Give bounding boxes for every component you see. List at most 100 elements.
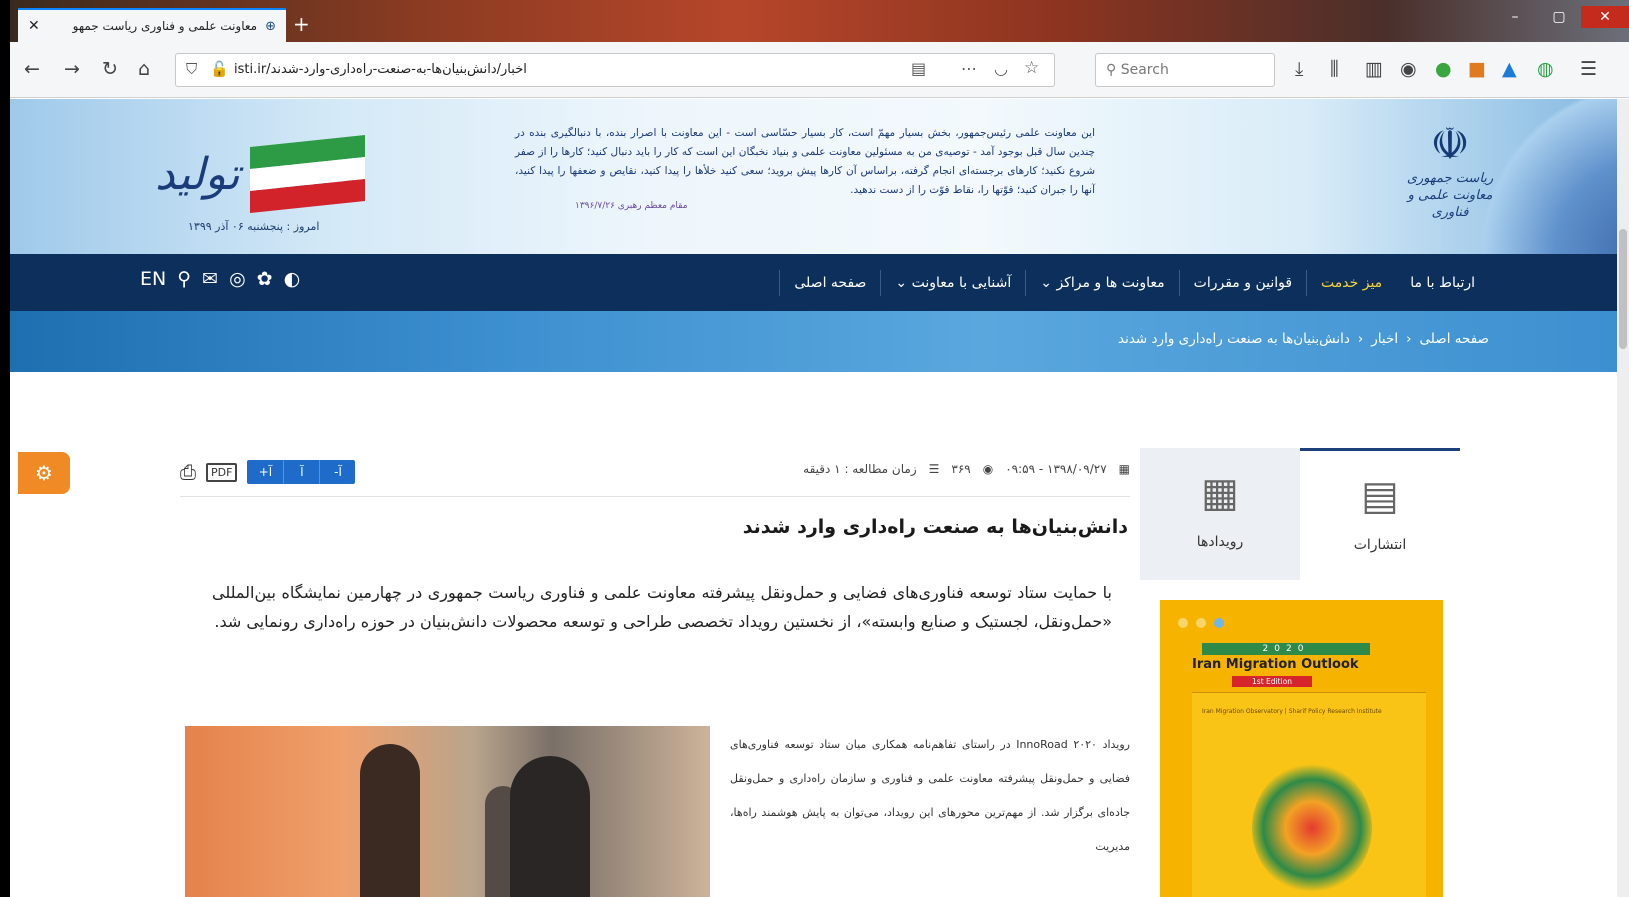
close-tab-icon[interactable]: ✕ xyxy=(28,18,40,34)
menu-laws[interactable]: قوانین و مقررات xyxy=(1178,269,1306,296)
library-icon[interactable]: ⫼ xyxy=(1330,56,1339,82)
breadcrumb-separator-icon: ‹ xyxy=(1357,331,1364,347)
publication-cover[interactable]: 2020 Iran Migration Outlook 1st Edition … xyxy=(1160,600,1443,897)
sidebar-tabs: ▦ رویدادها ▤ انتشارات xyxy=(1140,448,1460,580)
tab-publications[interactable]: ▤ انتشارات xyxy=(1300,448,1460,580)
pocket-icon[interactable]: ◡ xyxy=(994,59,1008,78)
menu-hamburger-icon[interactable]: ☰ xyxy=(1580,56,1597,82)
site-link-icon[interactable]: ◐ xyxy=(284,268,301,290)
mail-icon[interactable]: ✉ xyxy=(202,268,218,290)
menu-home[interactable]: صفحه اصلی xyxy=(779,269,880,296)
article: ⎙ PDF +آ آ -آ ▦ ۱۳۹۸/۰۹/۲۷ - ۰۹:۵۹ ◉ ۳۶۹… xyxy=(180,448,1140,897)
language-en-link[interactable]: EN xyxy=(140,268,166,290)
instagram-icon[interactable]: ◎ xyxy=(229,268,246,290)
search-icon: ⚲ xyxy=(1106,62,1121,78)
book-cover-art: Iran Migration Observatory | Sharif Poli… xyxy=(1192,692,1426,897)
new-tab-button[interactable]: + xyxy=(293,12,310,36)
view-count: ۳۶۹ xyxy=(951,462,971,476)
sidebar-icon[interactable]: ▥ xyxy=(1365,56,1383,82)
extension-green-icon[interactable]: ● xyxy=(1435,56,1452,82)
page-actions-icon[interactable]: ⋯ xyxy=(961,59,977,78)
article-lead: با حمایت ستاد توسعه فناوری‌های فضایی و ح… xyxy=(212,583,1112,631)
site-favicon-icon: ⊕ xyxy=(265,18,276,34)
title-bar: ⊕ معاونت علمی و فناوری ریاست جمهو ✕ + – … xyxy=(10,0,1629,42)
carousel-dots xyxy=(1178,618,1224,628)
leader-quote: این معاونت علمی رئیس‌جمهور، بخش بسیار مه… xyxy=(515,127,1095,196)
forward-icon[interactable]: → xyxy=(64,56,80,82)
tab-events[interactable]: ▦ رویدادها xyxy=(1140,448,1300,580)
breadcrumb: صفحه اصلی ‹ اخبار ‹ دانش‌بنیان‌ها به صنع… xyxy=(1118,331,1489,347)
aparat-icon[interactable]: ✿ xyxy=(257,268,273,290)
article-meta: ▦ ۱۳۹۸/۰۹/۲۷ - ۰۹:۵۹ ◉ ۳۶۹ ☰ زمان مطالعه… xyxy=(803,462,1130,476)
browser-tab[interactable]: ⊕ معاونت علمی و فناوری ریاست جمهو ✕ xyxy=(18,8,286,42)
divider xyxy=(180,496,1130,497)
font-decrease-button[interactable]: -آ xyxy=(319,460,355,484)
extension-grammar-icon[interactable]: ◍ xyxy=(1537,56,1554,82)
eye-icon: ◉ xyxy=(982,462,994,476)
tab-events-label: رویدادها xyxy=(1196,534,1244,550)
iran-flag-image xyxy=(250,134,365,214)
menu-contact[interactable]: ارتباط با ما xyxy=(1396,270,1489,296)
close-window-button[interactable]: ✕ xyxy=(1581,6,1629,28)
calendar-icon: ▦ xyxy=(1201,470,1239,516)
settings-gear-icon[interactable]: ⚙ xyxy=(18,452,70,494)
extension-blue-icon[interactable]: ▲ xyxy=(1502,56,1517,82)
minimize-button[interactable]: – xyxy=(1493,6,1537,28)
main-menu: صفحه اصلی آشنایی با معاونت ⌄ معاونت ها و… xyxy=(10,254,1629,311)
search-icon[interactable]: ⚲ xyxy=(177,268,191,290)
vertical-scrollbar[interactable] xyxy=(1617,99,1629,897)
sidebar: ▦ رویدادها ▤ انتشارات 2020 Iran Migratio… xyxy=(1140,448,1460,897)
breadcrumb-band: صفحه اصلی ‹ اخبار ‹ دانش‌بنیان‌ها به صنع… xyxy=(10,311,1629,372)
print-icon[interactable]: ⎙ xyxy=(180,460,196,484)
url-bar[interactable]: ⛉ 🔓 isti.ir/اخبار/دانش‌بنیان‌ها-به-صنعت-… xyxy=(175,53,1055,87)
menu-about[interactable]: آشنایی با معاونت ⌄ xyxy=(880,269,1025,296)
extension-orange-icon[interactable]: ■ xyxy=(1468,56,1486,82)
tab-title: معاونت علمی و فناوری ریاست جمهو xyxy=(72,19,258,33)
iran-emblem-icon: ☫ xyxy=(1430,119,1470,170)
menu-icons: EN ⚲ ✉ ◎ ✿ ◐ xyxy=(140,268,300,290)
font-size-controls: +آ آ -آ xyxy=(247,460,356,484)
breadcrumb-news[interactable]: اخبار xyxy=(1371,331,1398,347)
font-reset-button[interactable]: آ xyxy=(283,460,319,484)
tab-publications-label: انتشارات xyxy=(1353,537,1407,553)
maximize-button[interactable]: ▢ xyxy=(1537,6,1581,28)
site-banner: جهش تولید امروز : پنجشنبه ۰۶ آذر ۱۳۹۹ ای… xyxy=(10,99,1629,254)
account-icon[interactable]: ◉ xyxy=(1400,56,1417,82)
reload-icon[interactable]: ↻ xyxy=(102,56,118,82)
bookmark-star-icon[interactable]: ☆ xyxy=(1024,58,1039,78)
url-text[interactable]: isti.ir/اخبار/دانش‌بنیان‌ها-به-صنعت-راه‌… xyxy=(234,62,527,77)
article-headline: دانش‌بنیان‌ها به صنعت راه‌داری وارد شدند xyxy=(742,516,1128,538)
breadcrumb-separator-icon: ‹ xyxy=(1406,331,1412,347)
book-year: 2020 xyxy=(1202,643,1370,655)
breadcrumb-home[interactable]: صفحه اصلی xyxy=(1420,331,1489,347)
breadcrumb-current: دانش‌بنیان‌ها به صنعت راه‌داری وارد شدند xyxy=(1118,331,1350,347)
article-body: رویداد InnoRoad ۲۰۲۰ در راستای تفاهم‌نام… xyxy=(730,738,1130,853)
today-date: امروز : پنجشنبه ۰۶ آذر ۱۳۹۹ xyxy=(188,220,320,233)
quote-signature: مقام معظم رهبری ۱۳۹۶/۷/۲۶ xyxy=(575,201,688,211)
list-icon: ☰ xyxy=(928,462,940,476)
reader-view-icon[interactable]: ▤ xyxy=(911,59,926,78)
navigation-bar: ← → ↻ ⌂ ⛉ 🔓 isti.ir/اخبار/دانش‌بنیان‌ها-… xyxy=(10,42,1629,98)
back-icon[interactable]: ← xyxy=(24,56,40,82)
scrollbar-thumb[interactable] xyxy=(1619,229,1627,349)
home-icon[interactable]: ⌂ xyxy=(138,56,150,82)
site-emblem[interactable]: ☫ ریاست جمهوری معاونت علمی و فناوری xyxy=(1390,119,1510,244)
font-increase-button[interactable]: +آ xyxy=(247,460,283,484)
book-edition: 1st Edition xyxy=(1232,676,1312,687)
pdf-icon[interactable]: PDF xyxy=(206,462,238,482)
search-input[interactable]: ⚲ Search xyxy=(1095,53,1275,87)
browser-window: ⊕ معاونت علمی و فناوری ریاست جمهو ✕ + – … xyxy=(10,0,1629,897)
publish-date: ۱۳۹۸/۰۹/۲۷ - ۰۹:۵۹ xyxy=(1005,462,1107,476)
menu-service-desk[interactable]: میز خدمت xyxy=(1306,269,1396,296)
article-photo[interactable] xyxy=(185,726,710,897)
article-tools: ⎙ PDF +آ آ -آ xyxy=(180,460,356,484)
downloads-icon[interactable]: ⤓ xyxy=(1295,56,1303,82)
book-icon: ▤ xyxy=(1361,473,1399,519)
window-controls: – ▢ ✕ xyxy=(1493,6,1629,28)
search-placeholder: Search xyxy=(1120,62,1169,78)
shield-icon[interactable]: ⛉ xyxy=(186,60,197,78)
cover-illustration xyxy=(1252,763,1372,893)
emblem-line-2: معاونت علمی و فناوری xyxy=(1407,188,1493,220)
menu-departments[interactable]: معاونت ها و مراکز ⌄ xyxy=(1025,269,1178,296)
insecure-lock-icon[interactable]: 🔓 xyxy=(210,60,229,78)
